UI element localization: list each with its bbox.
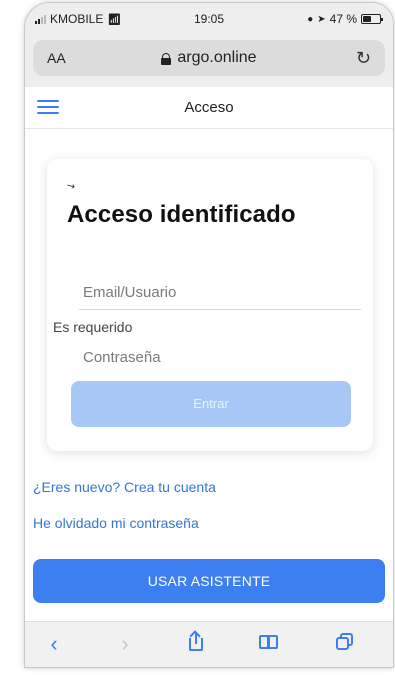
forgot-password-link[interactable]: He olvidado mi contraseña xyxy=(33,515,199,531)
lock-icon xyxy=(161,53,172,65)
address-bar[interactable]: AA argo.online ↻ xyxy=(33,40,385,76)
reload-icon[interactable]: ↻ xyxy=(356,48,371,69)
browser-toolbar: ‹ › xyxy=(25,621,393,667)
location-icon: ➤ xyxy=(317,13,326,25)
password-field[interactable]: Contraseña xyxy=(79,341,361,375)
back-icon[interactable]: ‹ xyxy=(39,630,69,658)
forward-icon[interactable]: › xyxy=(110,630,140,658)
pin-icon: ↘ xyxy=(64,179,78,194)
phone-screen: KMOBILE 📶︎ 19:05 ● ➤ 47 % AA argo.online… xyxy=(24,2,394,668)
email-field[interactable]: Email/Usuario xyxy=(79,276,361,310)
email-placeholder: Email/Usuario xyxy=(83,284,177,301)
battery-percent: 47 % xyxy=(329,12,357,26)
bookmarks-icon[interactable] xyxy=(255,630,285,658)
required-message: Es requerido xyxy=(53,319,133,335)
alarm-icon: ● xyxy=(307,13,314,25)
password-placeholder: Contraseña xyxy=(83,349,161,366)
browser-chrome: AA argo.online ↻ xyxy=(25,37,393,87)
text-size-button[interactable]: AA xyxy=(47,50,66,66)
page-title: Acceso xyxy=(184,99,234,116)
status-bar: KMOBILE 📶︎ 19:05 ● ➤ 47 % xyxy=(25,3,393,37)
assistant-button[interactable]: USAR ASISTENTE xyxy=(33,559,385,603)
url-text[interactable]: argo.online xyxy=(177,49,256,67)
status-right: ● ➤ 47 % xyxy=(307,12,383,26)
share-icon[interactable] xyxy=(181,630,211,658)
tabs-icon[interactable] xyxy=(330,630,360,658)
login-heading: Acceso identificado xyxy=(67,201,296,228)
register-link[interactable]: ¿Eres nuevo? Crea tu cuenta xyxy=(33,479,216,495)
app-header: Acceso xyxy=(25,87,393,129)
login-button[interactable]: Entrar xyxy=(71,381,351,427)
battery-icon xyxy=(361,14,383,24)
login-card: ↘ Acceso identificado Email/Usuario Es r… xyxy=(47,159,373,451)
